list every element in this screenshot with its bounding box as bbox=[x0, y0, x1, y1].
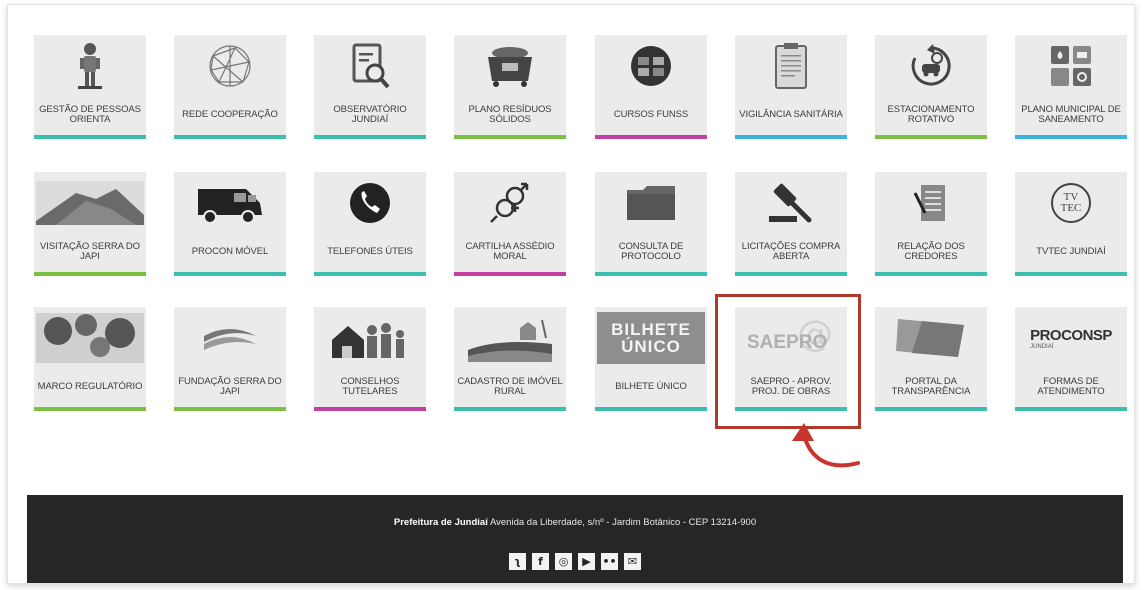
fundacao-logo-icon bbox=[174, 307, 286, 369]
service-tile[interactable]: LICITAÇÕES COMPRA ABERTA bbox=[735, 172, 847, 276]
service-tile-label: ESTACIONAMENTO ROTATIVO bbox=[887, 104, 975, 125]
page-frame: GESTÃO DE PESSOAS ORIENTA REDE COOPERAÇÃO… bbox=[7, 4, 1135, 584]
tvtec-logo-icon: TV TEC bbox=[1015, 172, 1127, 234]
service-tile[interactable]: OBSERVATÓRIO JUNDIAÍ bbox=[314, 35, 426, 139]
service-tile-label: VISITAÇÃO SERRA DO JAPI bbox=[40, 241, 140, 262]
procon-sp-logo-icon: PROCONSP JUNDIAÍ bbox=[1015, 307, 1127, 369]
service-tile-label: BILHETE ÚNICO bbox=[615, 381, 687, 392]
family-house-icon bbox=[314, 307, 426, 369]
service-tile[interactable]: CADASTRO DE IMÓVEL RURAL bbox=[454, 307, 566, 411]
service-tile-label: GESTÃO DE PESSOAS ORIENTA bbox=[39, 104, 141, 125]
tvtec-logo-text: TV TEC bbox=[1051, 183, 1091, 223]
service-tile[interactable]: PROCON MÓVEL bbox=[174, 172, 286, 276]
service-tile[interactable]: RELAÇÃO DOS CREDORES bbox=[875, 172, 987, 276]
gender-symbols-icon bbox=[454, 172, 566, 234]
service-tile-label: FORMAS DE ATENDIMENTO bbox=[1037, 376, 1105, 397]
red-arrow-annotation bbox=[792, 423, 860, 468]
service-tile-label: PLANO RESÍDUOS SÓLIDOS bbox=[468, 104, 552, 125]
service-tile[interactable]: PROCONSP JUNDIAÍ FORMAS DE ATENDIMENTO bbox=[1015, 307, 1127, 411]
service-tile[interactable]: PLANO MUNICIPAL DE SANEAMENTO bbox=[1015, 35, 1127, 139]
service-tile-label: PLANO MUNICIPAL DE SANEAMENTO bbox=[1021, 104, 1121, 125]
procon-sp-logo-text: PROCONSP bbox=[1030, 326, 1112, 344]
service-tile[interactable]: CARTILHA ASSÉDIO MORAL bbox=[454, 172, 566, 276]
procon-sp-logo-subtext: JUNDIAÍ bbox=[1030, 343, 1054, 350]
van-icon bbox=[174, 172, 286, 234]
person-icon bbox=[34, 35, 146, 97]
document-search-icon bbox=[314, 35, 426, 97]
service-tile-label: LICITAÇÕES COMPRA ABERTA bbox=[741, 241, 841, 262]
service-tile-label: CONSULTA DE PROTOCOLO bbox=[618, 241, 684, 262]
network-icon bbox=[174, 35, 286, 97]
service-tile[interactable]: BILHETE ÚNICO BILHETE ÚNICO bbox=[595, 307, 707, 411]
service-tile[interactable]: TELEFONES ÚTEIS bbox=[314, 172, 426, 276]
gavel-icon bbox=[735, 172, 847, 234]
parking-clock-icon bbox=[875, 35, 987, 97]
service-tile[interactable]: CURSOS FUNSS bbox=[595, 35, 707, 139]
service-tile[interactable]: VISITAÇÃO SERRA DO JAPI bbox=[34, 172, 146, 276]
service-tile[interactable]: CONSULTA DE PROTOCOLO bbox=[595, 172, 707, 276]
instagram-icon[interactable]: ◎ bbox=[555, 553, 572, 570]
service-tile[interactable]: ESTACIONAMENTO ROTATIVO bbox=[875, 35, 987, 139]
footer-org-name: Prefeitura de Jundiaí bbox=[393, 517, 488, 528]
service-tile-label: VIGILÂNCIA SANITÁRIA bbox=[739, 109, 843, 120]
service-tile-label: REDE COOPERAÇÃO bbox=[182, 109, 278, 120]
footer-address: Prefeitura de Jundiaí Avenida da Liberda… bbox=[27, 517, 1123, 528]
rural-landscape-icon bbox=[454, 307, 566, 369]
folder-icon bbox=[595, 172, 707, 234]
service-tile[interactable]: FUNDAÇÃO SERRA DO JAPI bbox=[174, 307, 286, 411]
dumpster-icon bbox=[454, 35, 566, 97]
services-grid: GESTÃO DE PESSOAS ORIENTA REDE COOPERAÇÃO… bbox=[8, 5, 1134, 485]
service-tile-label: CONSELHOS TUTELARES bbox=[340, 376, 400, 397]
twitter-icon[interactable]: ✉ bbox=[624, 553, 641, 570]
facebook-icon[interactable]: f bbox=[532, 553, 549, 570]
service-tile[interactable]: GESTÃO DE PESSOAS ORIENTA bbox=[34, 35, 146, 139]
service-tile-label: RELAÇÃO DOS CREDORES bbox=[897, 241, 965, 262]
service-tile-label: PROCON MÓVEL bbox=[191, 246, 269, 257]
service-tile-label: PORTAL DA TRANSPARÊNCIA bbox=[891, 376, 971, 397]
service-tile-label: OBSERVATÓRIO JUNDIAÍ bbox=[333, 104, 407, 125]
service-tile-label: CURSOS FUNSS bbox=[613, 109, 689, 120]
clipboard-icon bbox=[735, 35, 847, 97]
service-tile[interactable]: MARCO REGULATÓRIO bbox=[34, 307, 146, 411]
service-tile-label: FUNDAÇÃO SERRA DO JAPI bbox=[178, 376, 282, 397]
service-tile-label: MARCO REGULATÓRIO bbox=[37, 381, 143, 392]
tree-map-icon bbox=[34, 307, 146, 369]
footer: Prefeitura de Jundiaí Avenida da Liberda… bbox=[27, 495, 1123, 583]
youtube-icon[interactable]: ▶ bbox=[578, 553, 595, 570]
mountain-icon bbox=[34, 172, 146, 234]
highlight-box bbox=[715, 294, 861, 429]
service-tile-label: CARTILHA ASSÉDIO MORAL bbox=[465, 241, 555, 262]
service-tile[interactable]: VIGILÂNCIA SANITÁRIA bbox=[735, 35, 847, 139]
service-tile[interactable]: PORTAL DA TRANSPARÊNCIA bbox=[875, 307, 987, 411]
phone-icon bbox=[314, 172, 426, 234]
social-links: ʅ f ◎ ▶ •• ✉ bbox=[27, 553, 1123, 570]
service-tile[interactable]: PLANO RESÍDUOS SÓLIDOS bbox=[454, 35, 566, 139]
service-tile-label: TVTEC JUNDIAÍ bbox=[1036, 246, 1106, 257]
bilhete-unico-icon: BILHETE ÚNICO bbox=[595, 307, 707, 369]
service-tile-label: CADASTRO DE IMÓVEL RURAL bbox=[457, 376, 563, 397]
checklist-icon bbox=[875, 172, 987, 234]
courses-icon bbox=[595, 35, 707, 97]
flickr-icon[interactable]: •• bbox=[601, 553, 618, 570]
transparency-card-icon bbox=[875, 307, 987, 369]
sanitation-icon bbox=[1015, 35, 1127, 97]
service-tile[interactable]: TV TEC TVTEC JUNDIAÍ bbox=[1015, 172, 1127, 276]
rss-icon[interactable]: ʅ bbox=[509, 553, 526, 570]
service-tile[interactable]: REDE COOPERAÇÃO bbox=[174, 35, 286, 139]
bilhete-unico-logo-text: BILHETE ÚNICO bbox=[597, 312, 705, 364]
service-tile[interactable]: CONSELHOS TUTELARES bbox=[314, 307, 426, 411]
service-tile-label: TELEFONES ÚTEIS bbox=[327, 246, 413, 257]
footer-address-text: Avenida da Liberdade, s/nº - Jardim Botâ… bbox=[489, 517, 757, 528]
